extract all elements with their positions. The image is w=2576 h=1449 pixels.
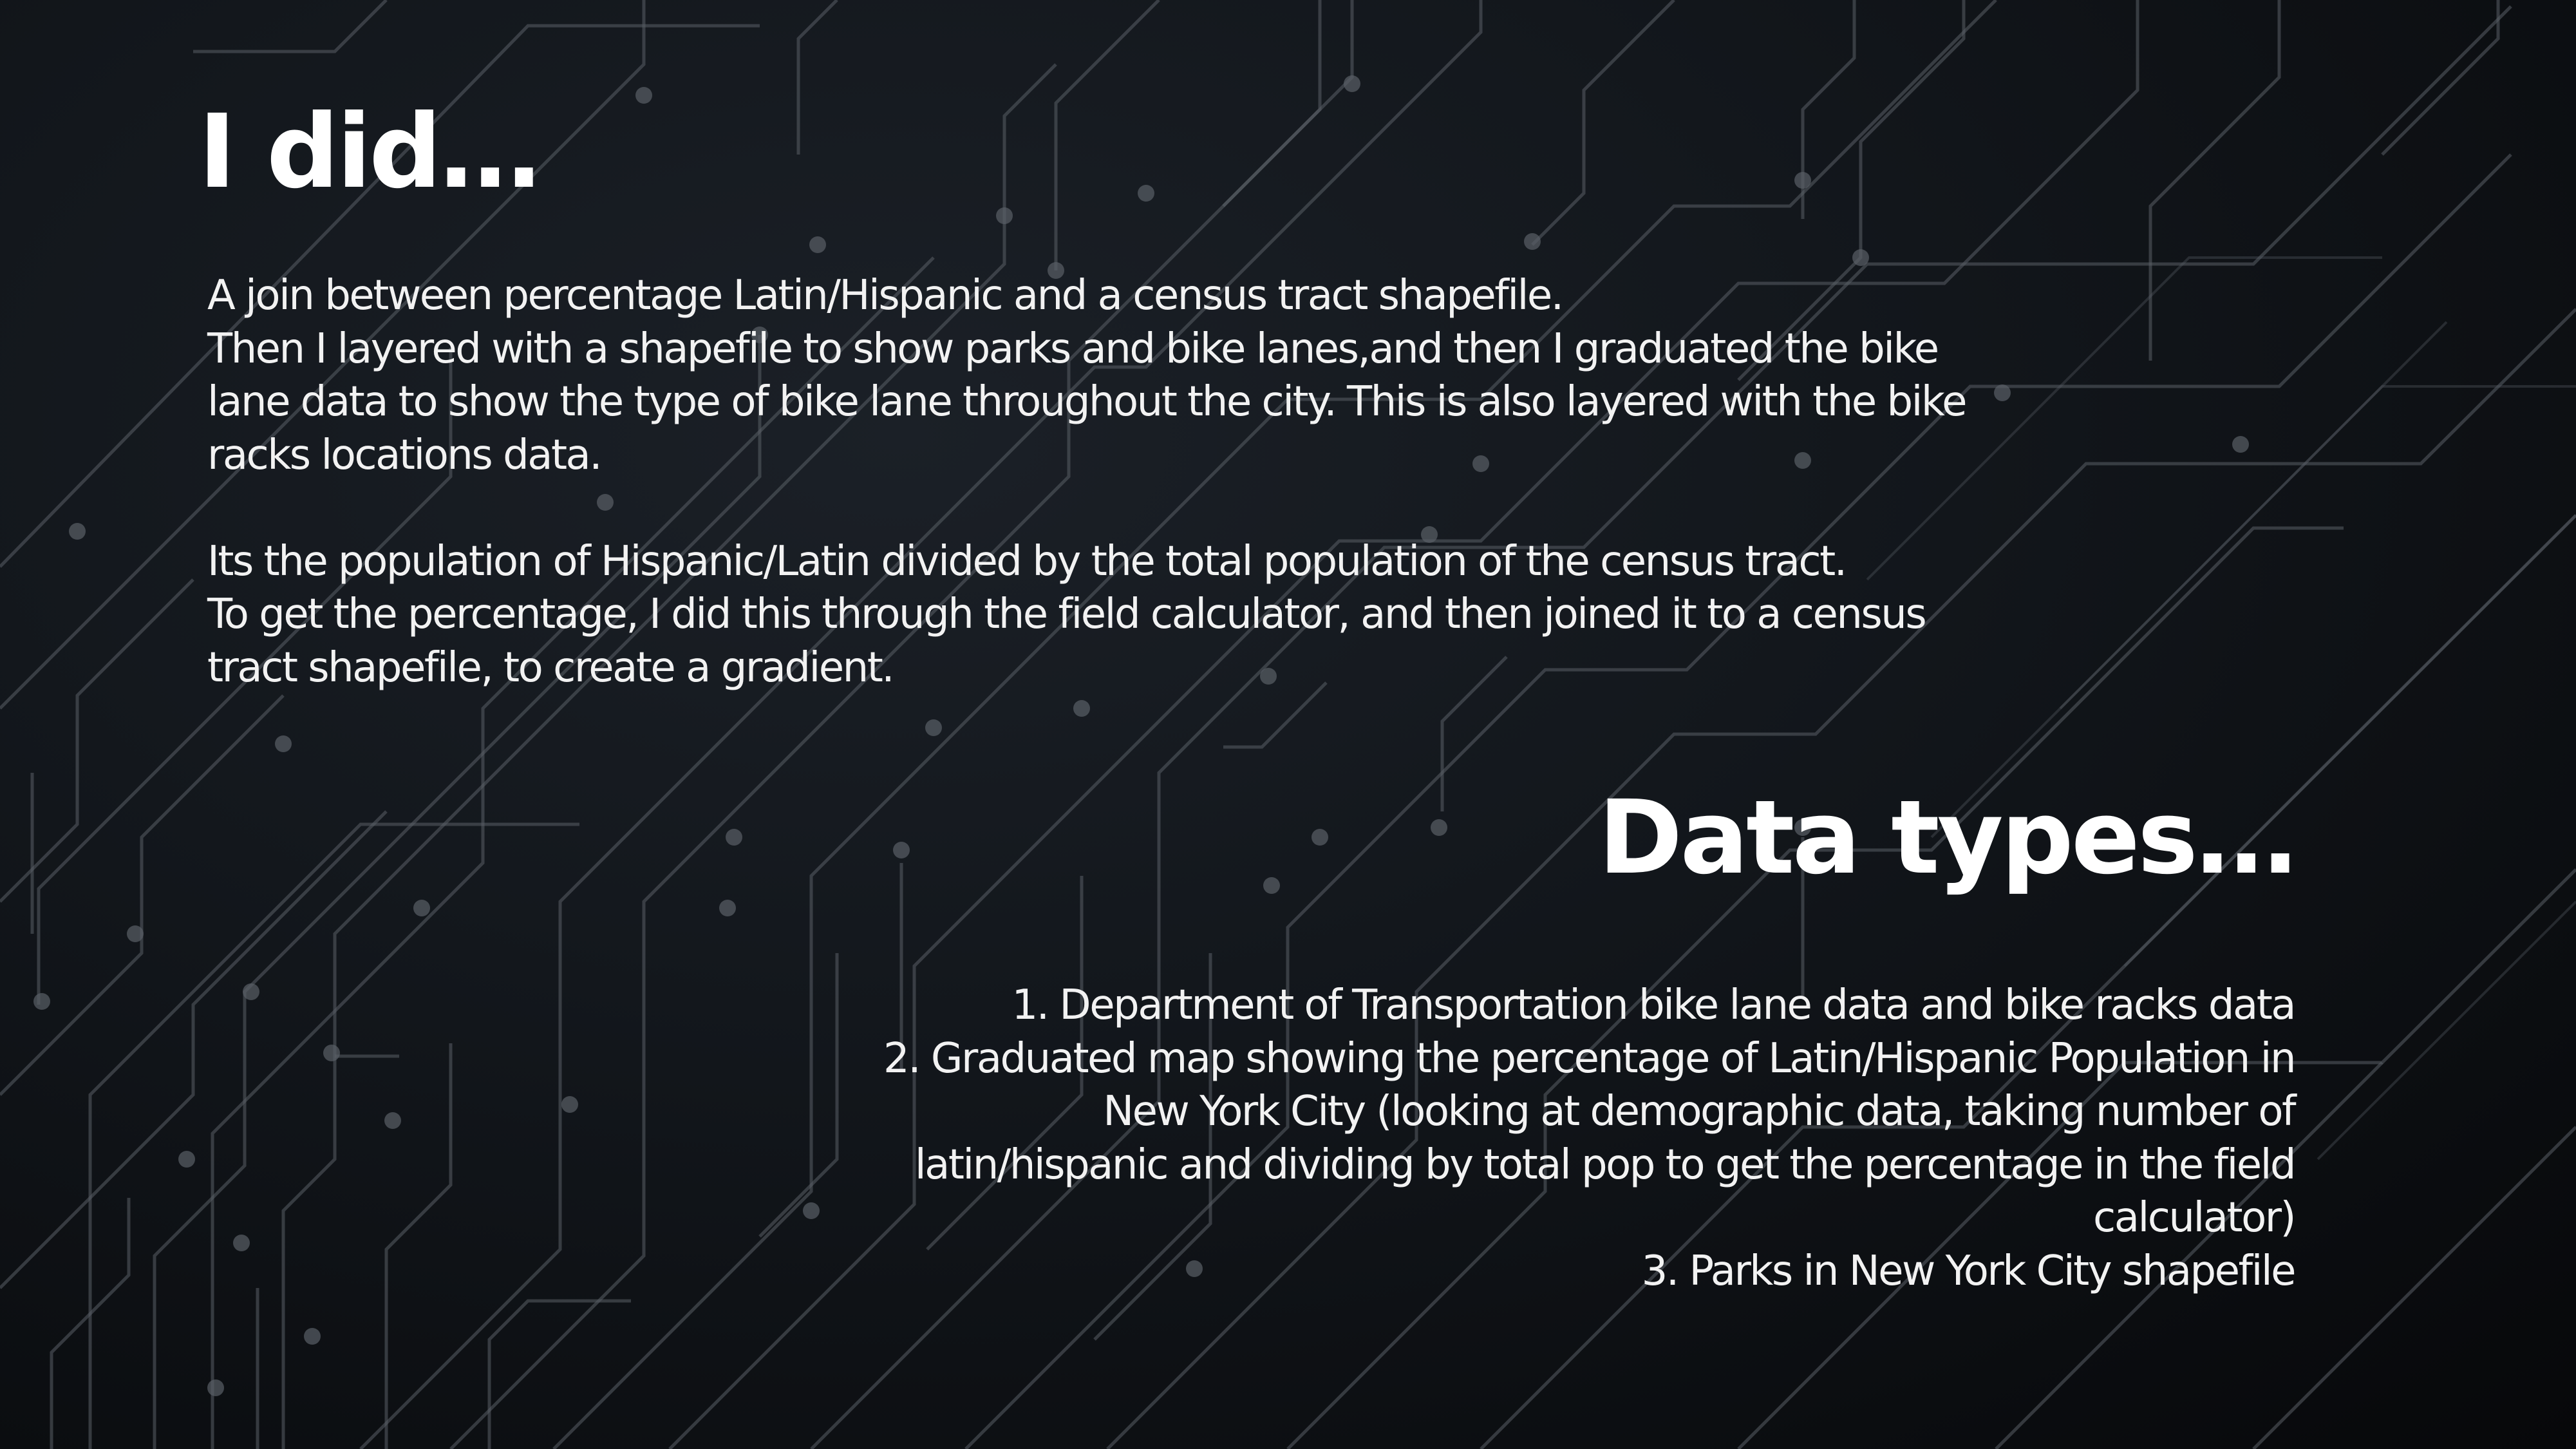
heading-data-types: Data types… xyxy=(1598,779,2297,897)
methods-line: racks locations data. xyxy=(207,431,603,479)
heading-i-did: I did… xyxy=(198,93,541,211)
data-types-list: 1. Department of Transportation bike lan… xyxy=(878,979,2297,1298)
data-type-item: 1. Department of Transportation bike lan… xyxy=(1011,981,2297,1029)
methods-line: A join between percentage Latin/Hispanic… xyxy=(207,272,1564,319)
slide: I did… A join between percentage Latin/H… xyxy=(0,0,2576,1449)
methods-line: Then I layered with a shapefile to show … xyxy=(207,325,1939,373)
methods-text-block: A join between percentage Latin/Hispanic… xyxy=(207,269,1968,694)
methods-line: To get the percentage, I did this throug… xyxy=(207,591,1927,638)
methods-spacer xyxy=(207,482,1946,535)
methods-line: lane data to show the type of bike lane … xyxy=(207,378,1968,426)
data-type-item: 2. Graduated map showing the percentage … xyxy=(883,1034,2297,1242)
methods-line: tract shapefile, to create a gradient. xyxy=(207,643,895,692)
methods-line: Its the population of Hispanic/Latin div… xyxy=(207,537,1847,585)
data-type-item: 3. Parks in New York City shapefile xyxy=(1641,1247,2297,1295)
